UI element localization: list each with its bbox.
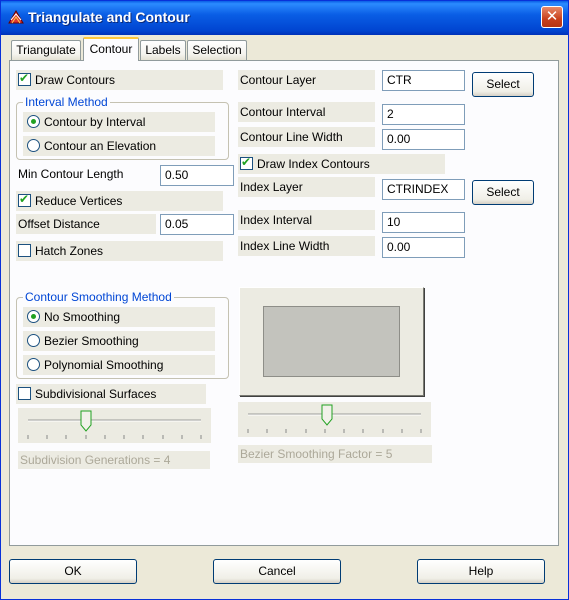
- smoothing-method-title: Contour Smoothing Method: [23, 290, 174, 304]
- bezier-smoothing-factor-label: Bezier Smoothing Factor = 5: [240, 447, 393, 461]
- subdivisional-surfaces-checkbox[interactable]: [18, 387, 31, 400]
- index-interval-label: Index Interval: [240, 213, 313, 227]
- contour-layer-input[interactable]: CTR: [382, 70, 465, 91]
- index-layer-label: Index Layer: [240, 180, 303, 194]
- subdivisional-surfaces-label: Subdivisional Surfaces: [35, 387, 157, 401]
- polynomial-smoothing-label: Polynomial Smoothing: [44, 358, 164, 372]
- contour-layer-select-button[interactable]: Select: [472, 72, 534, 97]
- index-layer-select-button[interactable]: Select: [472, 180, 534, 205]
- subdivision-generations-label: Subdivision Generations = 4: [20, 453, 171, 467]
- contour-an-elevation-radio[interactable]: [27, 139, 40, 152]
- cancel-button[interactable]: Cancel: [213, 559, 341, 584]
- index-line-width-input[interactable]: 0.00: [382, 237, 465, 258]
- title-bar[interactable]: Triangulate and Contour ✕: [1, 1, 568, 35]
- contour-by-interval-label: Contour by Interval: [44, 115, 146, 129]
- dialog-window: Triangulate and Contour ✕ Triangulate Co…: [0, 0, 569, 600]
- contour-line-width-input[interactable]: 0.00: [382, 129, 465, 150]
- smoothing-preview-canvas: [263, 306, 400, 377]
- draw-index-contours-label: Draw Index Contours: [257, 157, 370, 171]
- contour-an-elevation-label: Contour an Elevation: [44, 139, 157, 153]
- reduce-vertices-label: Reduce Vertices: [35, 194, 123, 208]
- slider-thumb: [80, 410, 92, 432]
- hatch-zones-label: Hatch Zones: [35, 244, 104, 258]
- subdivision-generations-slider[interactable]: [18, 408, 211, 443]
- draw-contours-checkbox[interactable]: [18, 71, 31, 86]
- interval-method-title: Interval Method: [23, 95, 110, 109]
- app-icon: [8, 10, 24, 24]
- draw-index-contours-checkbox[interactable]: [240, 155, 253, 170]
- polynomial-smoothing-radio[interactable]: [27, 358, 40, 371]
- tab-labels[interactable]: Labels: [140, 40, 186, 60]
- hatch-zones-checkbox[interactable]: [18, 244, 31, 257]
- close-icon[interactable]: ✕: [541, 6, 563, 28]
- window-title: Triangulate and Contour: [28, 9, 190, 25]
- bezier-smoothing-label: Bezier Smoothing: [44, 334, 139, 348]
- index-layer-input[interactable]: CTRINDEX: [382, 179, 465, 200]
- contour-by-interval-radio[interactable]: [27, 115, 40, 128]
- bezier-smoothing-radio[interactable]: [27, 334, 40, 347]
- index-interval-input[interactable]: 10: [382, 212, 465, 233]
- contour-line-width-label: Contour Line Width: [240, 130, 343, 144]
- min-contour-length-label: Min Contour Length: [18, 167, 124, 181]
- reduce-vertices-checkbox[interactable]: [18, 192, 31, 207]
- tab-triangulate[interactable]: Triangulate: [11, 40, 81, 60]
- tab-contour[interactable]: Contour: [83, 37, 139, 61]
- ok-button[interactable]: OK: [9, 559, 137, 584]
- min-contour-length-input[interactable]: 0.50: [160, 165, 234, 186]
- smoothing-preview-frame: [239, 287, 424, 396]
- no-smoothing-label: No Smoothing: [44, 310, 121, 324]
- contour-interval-label: Contour Interval: [240, 105, 326, 119]
- slider-thumb: [321, 404, 333, 426]
- draw-contours-label: Draw Contours: [35, 73, 116, 87]
- help-button[interactable]: Help: [417, 559, 545, 584]
- contour-layer-label: Contour Layer: [240, 73, 317, 87]
- contour-interval-input[interactable]: 2: [382, 104, 465, 125]
- tab-selection[interactable]: Selection: [187, 40, 247, 60]
- bezier-smoothing-factor-slider[interactable]: [238, 402, 431, 437]
- index-line-width-label: Index Line Width: [240, 239, 330, 253]
- offset-distance-input[interactable]: 0.05: [160, 214, 234, 235]
- no-smoothing-radio[interactable]: [27, 310, 40, 323]
- offset-distance-label: Offset Distance: [18, 217, 100, 231]
